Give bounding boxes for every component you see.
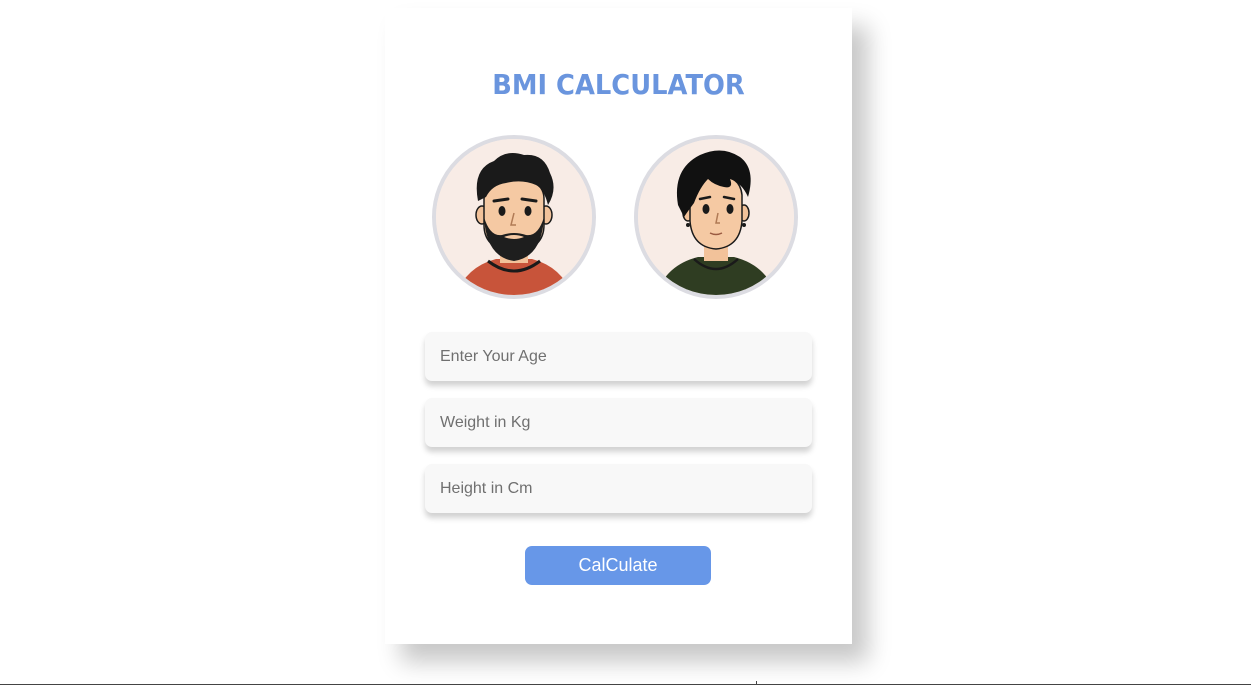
bmi-card: BMI CALCULATOR Enter Your Age Weight in … [385,8,852,644]
bottom-divider [0,684,1251,685]
female-avatar-option[interactable] [634,135,798,299]
page-title: BMI CALCULATOR [492,68,745,101]
height-input[interactable] [440,464,812,513]
page: BMI CALCULATOR Enter Your Age Weight in … [0,0,1251,686]
short-hair-person-avatar-icon [638,139,794,295]
height-field-wrapper [425,464,812,513]
male-avatar-option[interactable] [432,135,596,299]
weight-field-wrapper [425,398,812,447]
age-field-wrapper [425,332,812,381]
weight-input[interactable] [440,398,812,447]
calculate-button[interactable]: CalCulate [525,546,711,585]
bearded-man-avatar-icon [436,139,592,295]
age-input[interactable] [440,332,812,381]
bottom-divider-tick [756,681,757,685]
